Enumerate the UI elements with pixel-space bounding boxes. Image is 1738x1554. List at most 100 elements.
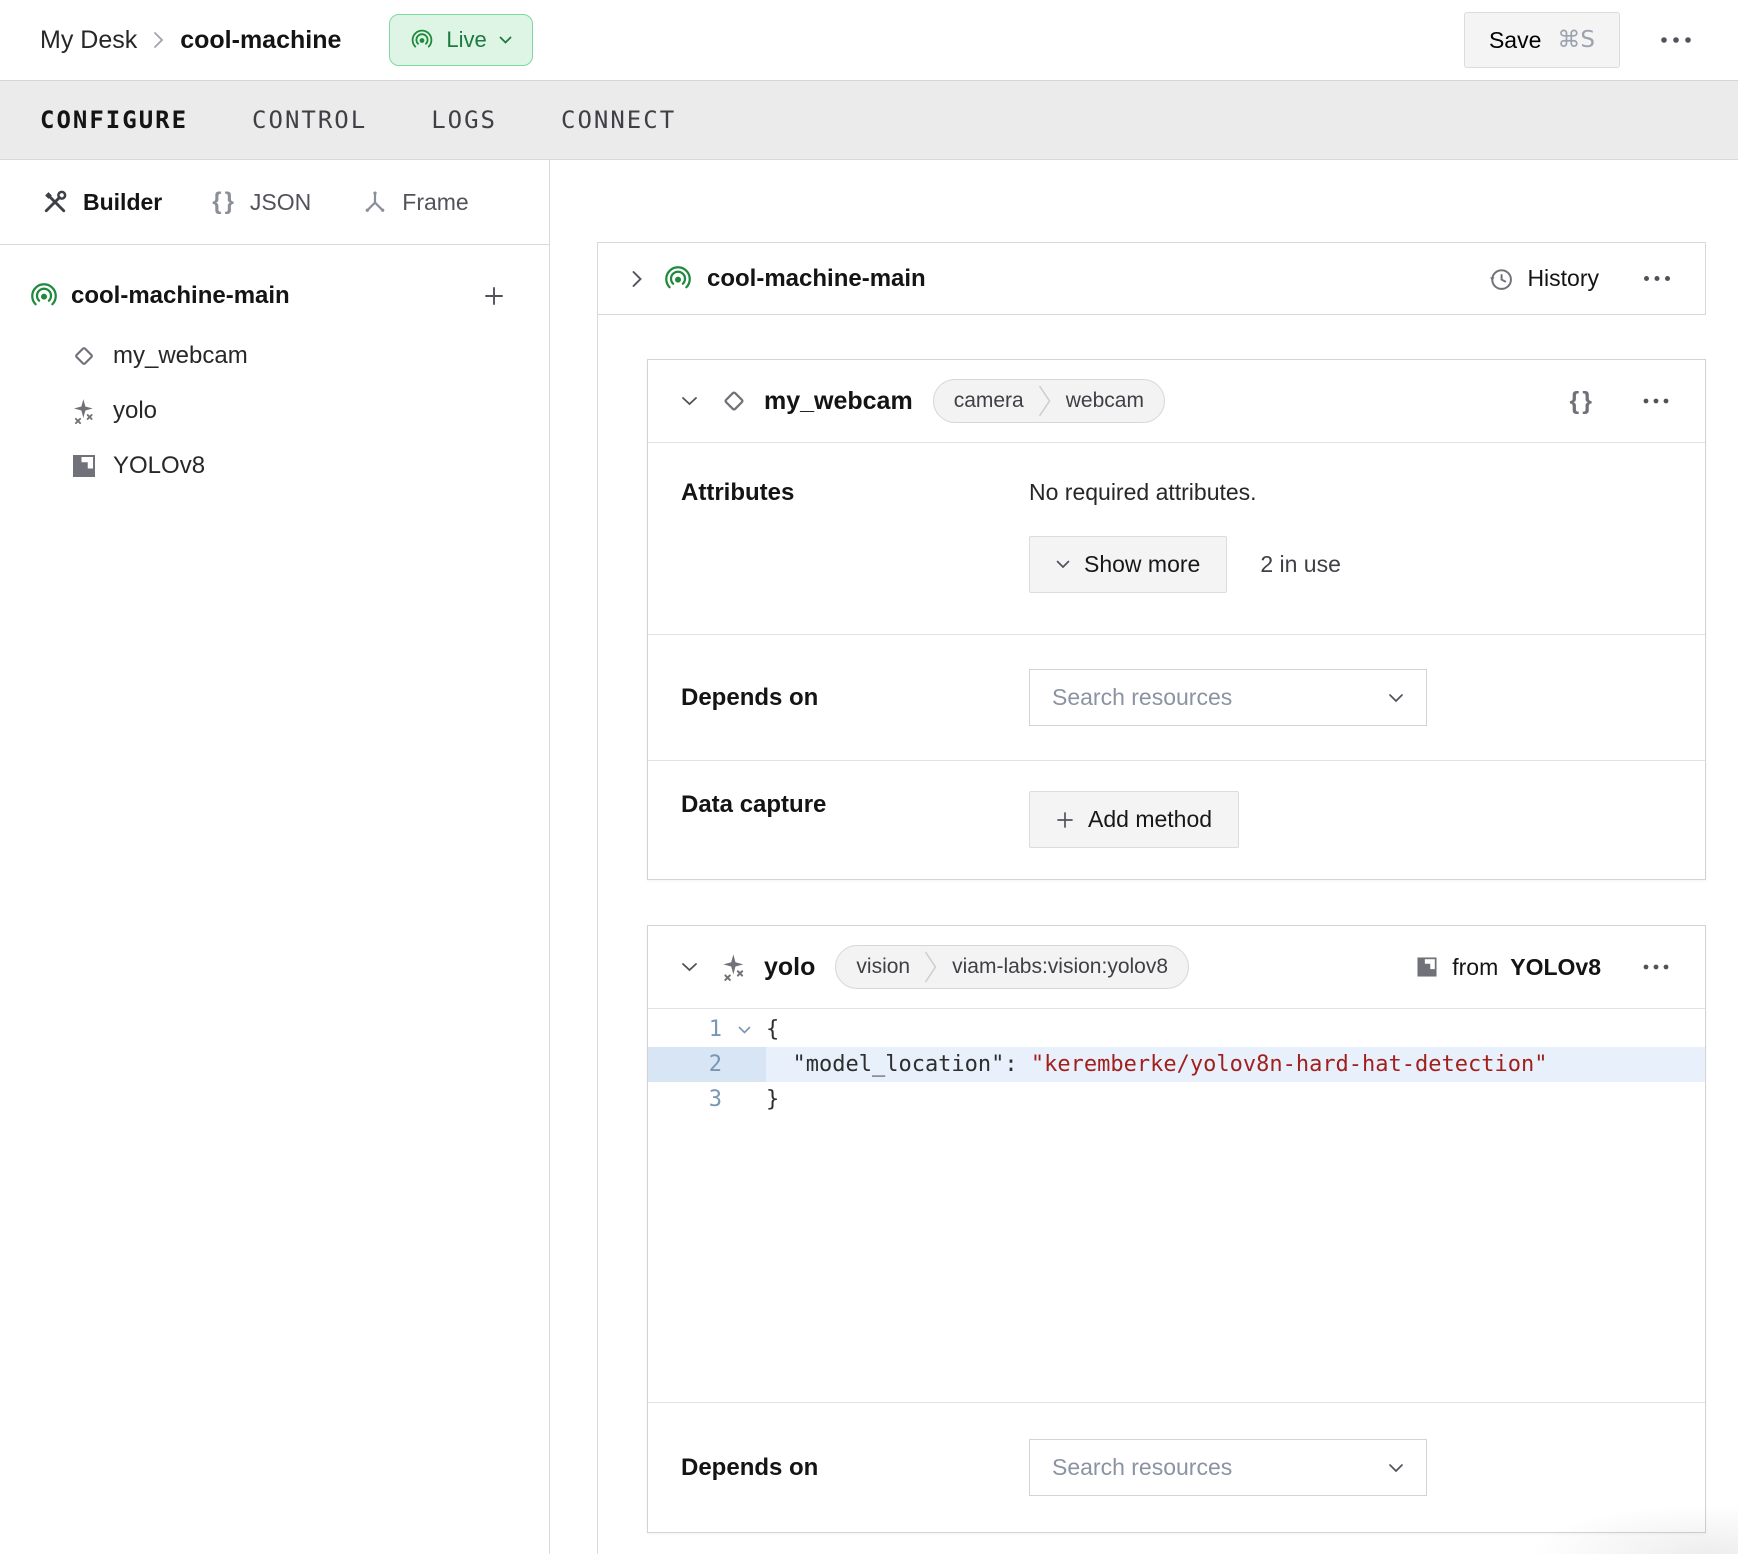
view-json[interactable]: {} JSON xyxy=(212,188,311,216)
component-name: my_webcam xyxy=(764,387,913,416)
depends-on-label: Depends on xyxy=(648,684,1029,712)
breadcrumb: My Desk cool-machine xyxy=(40,26,341,55)
part-more-menu-button[interactable] xyxy=(1637,269,1677,288)
chevron-down-icon xyxy=(1388,1463,1404,1473)
view-frame[interactable]: Frame xyxy=(361,188,468,216)
line-number: 3 xyxy=(648,1087,722,1112)
chevron-right-icon xyxy=(631,269,643,289)
edit-json-button[interactable]: {} xyxy=(1564,381,1601,422)
chat-launcher-shadow xyxy=(1528,1504,1738,1554)
depends-on-section: Depends on Search resources xyxy=(648,635,1705,761)
attributes-in-use-count: 2 in use xyxy=(1260,551,1341,578)
tab-logs[interactable]: LOGS xyxy=(431,106,497,134)
service-type-badge: vision viam-labs:vision:yolov8 xyxy=(835,945,1189,989)
tab-connect[interactable]: CONNECT xyxy=(561,106,676,134)
view-builder[interactable]: Builder xyxy=(40,187,162,217)
card-more-menu-button[interactable] xyxy=(1637,392,1675,410)
tree-children: my_webcam yolo xyxy=(0,328,549,493)
add-method-button[interactable]: Add method xyxy=(1029,791,1239,848)
component-diamond-icon xyxy=(718,385,750,417)
ellipsis-icon xyxy=(1643,964,1669,970)
code-line-1: 1 { xyxy=(648,1012,1705,1047)
attributes-label: Attributes xyxy=(648,443,1029,634)
tree-item-yolov8-module[interactable]: YOLOv8 xyxy=(0,438,549,493)
tree-item-yolo[interactable]: yolo xyxy=(0,383,549,438)
view-mode-toggle: Builder {} JSON Frame xyxy=(0,160,549,245)
card-more-menu-button[interactable] xyxy=(1637,958,1675,976)
chevron-down-icon xyxy=(681,396,698,406)
badge-divider-icon xyxy=(924,945,938,989)
builder-tools-icon xyxy=(40,187,70,217)
json-attributes-editor[interactable]: 1 { 2 "model_location": "keremberke/yolo… xyxy=(648,1009,1705,1403)
json-key: "model_location" xyxy=(766,1052,1004,1077)
breadcrumb-machine-name: cool-machine xyxy=(180,26,341,55)
config-sidebar: Builder {} JSON Frame xyxy=(0,160,550,1554)
service-name: yolo xyxy=(764,953,815,982)
tab-configure[interactable]: CONFIGURE xyxy=(40,106,188,134)
code-fold-toggle[interactable] xyxy=(722,1026,766,1034)
machine-tabbar: CONFIGURE CONTROL LOGS CONNECT xyxy=(0,80,1738,160)
json-braces-icon: {} xyxy=(1570,387,1595,416)
line-number: 1 xyxy=(648,1017,722,1042)
broadcast-icon xyxy=(410,28,434,52)
attributes-empty-text: No required attributes. xyxy=(1029,479,1341,506)
badge-divider-icon xyxy=(1038,379,1052,423)
chevron-down-icon xyxy=(1388,693,1404,703)
show-more-button[interactable]: Show more xyxy=(1029,536,1227,593)
tree-item-machine-part[interactable]: cool-machine-main xyxy=(0,272,549,320)
select-placeholder: Search resources xyxy=(1052,684,1232,711)
broadcast-icon xyxy=(663,264,693,294)
select-placeholder: Search resources xyxy=(1052,1454,1232,1481)
chevron-down-icon xyxy=(681,962,698,972)
chevron-down-icon xyxy=(738,1026,751,1034)
json-string-value: "keremberke/yolov8n-hard-hat-detection" xyxy=(1031,1052,1548,1077)
broadcast-icon xyxy=(29,281,59,311)
expand-part-button[interactable] xyxy=(631,269,643,289)
ellipsis-icon xyxy=(1643,275,1671,282)
ellipsis-icon xyxy=(1643,398,1669,404)
chevron-down-icon xyxy=(1056,560,1070,569)
live-status-dropdown[interactable]: Live xyxy=(389,14,532,66)
frame-axes-icon xyxy=(361,188,389,216)
code-line-3: 3 } xyxy=(648,1082,1705,1117)
part-connector-line xyxy=(597,315,598,1554)
machine-part-header: cool-machine-main History xyxy=(597,242,1706,315)
code-line-2-active: 2 "model_location": "keremberke/yolov8n-… xyxy=(648,1047,1705,1082)
collapse-card-button[interactable] xyxy=(681,962,698,972)
history-button[interactable]: History xyxy=(1487,265,1599,293)
resource-tree: cool-machine-main my_webcam xyxy=(0,245,549,493)
component-type-badge: camera webcam xyxy=(933,379,1165,423)
tree-item-my-webcam[interactable]: my_webcam xyxy=(0,328,549,383)
breadcrumb-root-link[interactable]: My Desk xyxy=(40,26,137,55)
collapse-card-button[interactable] xyxy=(681,396,698,406)
tree-root-label: cool-machine-main xyxy=(71,282,290,310)
add-resource-button[interactable] xyxy=(477,279,511,313)
module-icon xyxy=(1414,954,1440,980)
data-capture-section: Data capture Add method xyxy=(648,761,1705,879)
attributes-section: Attributes No required attributes. Show … xyxy=(648,443,1705,635)
part-title: cool-machine-main xyxy=(707,265,926,293)
line-number: 2 xyxy=(648,1052,722,1077)
plus-icon xyxy=(483,285,505,307)
topbar: My Desk cool-machine Live Save ⌘ xyxy=(0,0,1738,80)
depends-on-label: Depends on xyxy=(648,1454,1029,1482)
save-button[interactable]: Save ⌘S xyxy=(1464,12,1620,68)
data-capture-label: Data capture xyxy=(648,791,1029,879)
depends-on-select[interactable]: Search resources xyxy=(1029,669,1427,726)
depends-on-select[interactable]: Search resources xyxy=(1029,1439,1427,1496)
topbar-actions: Save ⌘S xyxy=(1464,12,1698,68)
tab-control[interactable]: CONTROL xyxy=(252,106,367,134)
from-module-label: from YOLOv8 xyxy=(1414,954,1601,981)
yolo-card-header: yolo vision viam-labs:vision:yolov8 from… xyxy=(648,926,1705,1009)
breadcrumb-chevron-icon xyxy=(153,31,164,49)
service-sparkle-icon xyxy=(718,951,750,983)
viam-machine-config-page: My Desk cool-machine Live Save ⌘ xyxy=(0,0,1738,1554)
history-icon xyxy=(1487,265,1515,293)
webcam-card-header: my_webcam camera webcam {} xyxy=(648,360,1705,443)
json-braces-icon: {} xyxy=(212,188,237,216)
plus-icon xyxy=(1056,811,1074,829)
topbar-more-menu-button[interactable] xyxy=(1654,30,1698,50)
card-my-webcam: my_webcam camera webcam {} Attributes No… xyxy=(647,359,1706,880)
card-yolo: yolo vision viam-labs:vision:yolov8 from… xyxy=(647,925,1706,1533)
component-diamond-icon xyxy=(69,341,99,371)
